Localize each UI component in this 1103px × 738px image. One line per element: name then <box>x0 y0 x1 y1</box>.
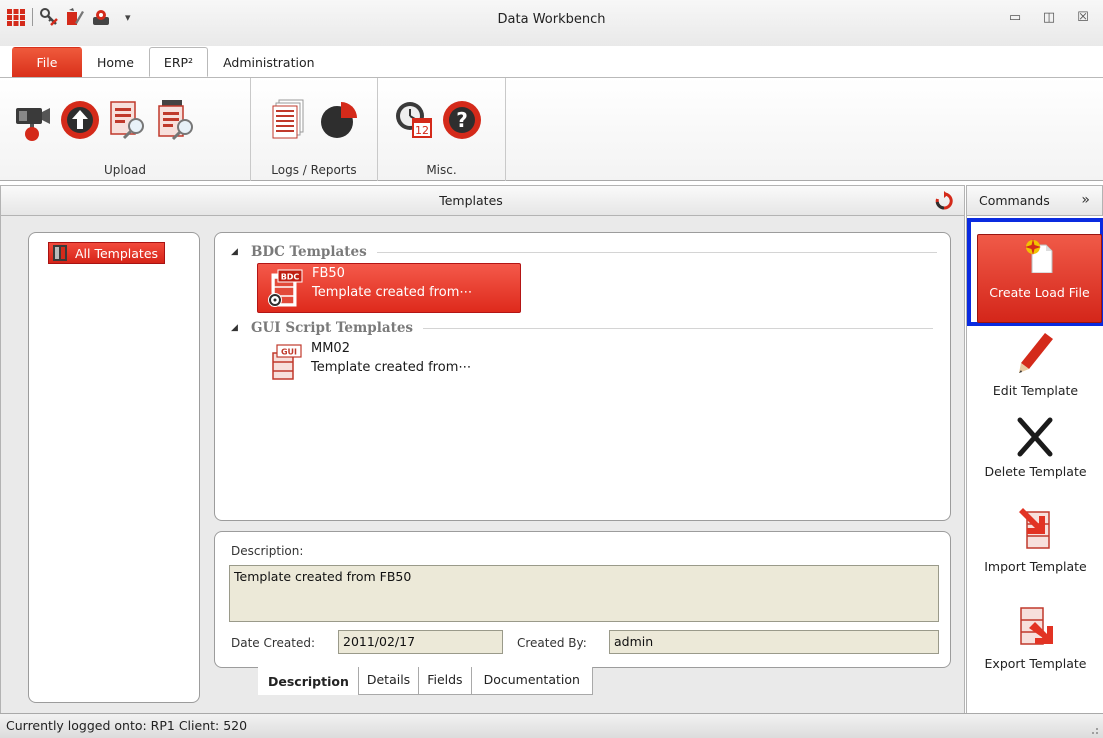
record-button[interactable] <box>10 98 54 142</box>
main-area: All Templates ◢ BDC Templates BDC FB50 T… <box>0 216 965 713</box>
group-divider <box>423 327 934 329</box>
templates-header: Templates <box>0 185 965 216</box>
folder-book-icon <box>53 245 67 261</box>
group-header-gui-script[interactable]: ◢ GUI Script Templates <box>231 318 934 338</box>
video-camera-icon <box>16 108 50 141</box>
group-header-bdc[interactable]: ◢ BDC Templates <box>231 242 937 262</box>
refresh-icon[interactable] <box>934 191 954 211</box>
new-file-icon <box>1024 239 1056 274</box>
status-bar: Currently logged onto: RP1 Client: 520 <box>0 713 1103 738</box>
collapse-triangle-icon: ◢ <box>231 247 238 257</box>
delete-x-icon <box>1015 416 1055 460</box>
window-controls: ▭ ◫ ☒ <box>1005 8 1093 28</box>
item-description: Template created from⋯ <box>312 285 473 300</box>
ribbon-group-label: Logs / Reports <box>271 163 357 177</box>
item-name: FB50 <box>312 266 345 281</box>
list-item-fb50[interactable]: BDC FB50 Template created from⋯ <box>257 263 521 313</box>
minimize-button[interactable]: ▭ <box>1005 8 1025 28</box>
ribbon-group-misc: 12 ? Misc. <box>378 78 506 181</box>
tab-description[interactable]: Description <box>258 667 359 695</box>
window-title: Data Workbench <box>497 12 606 27</box>
delete-template-label: Delete Template <box>984 464 1087 479</box>
export-template-label: Export Template <box>984 656 1087 671</box>
tab-administration[interactable]: Administration <box>208 47 329 77</box>
logs-button[interactable] <box>267 98 311 142</box>
commands-panel: Create Load File Edit Template Delete Te… <box>966 216 1103 713</box>
edit-template-button[interactable]: Edit Template <box>967 331 1103 401</box>
collapse-triangle-icon: ◢ <box>231 323 238 333</box>
title-bar: ▾ Data Workbench ▭ ◫ ☒ <box>0 0 1103 46</box>
script-search-icon <box>158 100 193 141</box>
template-tree: All Templates <box>28 232 200 703</box>
scheduler-button[interactable]: 12 <box>392 98 436 142</box>
commands-title: Commands <box>979 193 1050 208</box>
selection-highlight-frame: Create Load File <box>967 218 1103 326</box>
tab-file[interactable]: File <box>12 47 82 77</box>
create-load-file-button[interactable]: Create Load File <box>977 234 1102 323</box>
export-template-button[interactable]: Export Template <box>967 606 1103 690</box>
calendar-clock-icon: 12 <box>396 102 432 138</box>
help-question-icon: ? <box>443 101 481 139</box>
collapse-chevron-icon[interactable]: » <box>1081 192 1090 208</box>
svg-text:?: ? <box>456 108 468 132</box>
group-title: GUI Script Templates <box>251 320 414 336</box>
group-title: BDC Templates <box>251 244 367 260</box>
log-pages-icon <box>272 99 304 139</box>
tab-erp2[interactable]: ERP² <box>148 47 209 77</box>
edit-template-label: Edit Template <box>992 383 1079 398</box>
resize-grip-icon[interactable] <box>1087 723 1099 735</box>
ribbon-group-label: Misc. <box>426 163 457 177</box>
group-divider <box>376 251 937 253</box>
help-button[interactable]: ? <box>440 98 484 142</box>
maximize-button[interactable]: ◫ <box>1039 8 1059 28</box>
reports-button[interactable] <box>317 98 361 142</box>
tab-details[interactable]: Details <box>357 667 420 695</box>
item-name: MM02 <box>311 341 350 356</box>
view-document-button[interactable] <box>106 98 150 142</box>
date-created-label: Date Created: <box>231 636 316 650</box>
delete-template-button[interactable]: Delete Template <box>967 416 1103 496</box>
item-description: Template created from⋯ <box>311 360 472 375</box>
export-icon <box>1015 606 1055 650</box>
svg-text:BDC: BDC <box>281 273 300 282</box>
pencil-icon <box>1015 331 1055 375</box>
status-text: Currently logged onto: RP1 Client: 520 <box>6 718 248 733</box>
template-list: ◢ BDC Templates BDC FB50 Template create… <box>214 232 951 521</box>
description-field[interactable]: Template created from FB50 <box>229 565 939 622</box>
create-load-file-label: Create Load File <box>989 285 1090 300</box>
created-by-field[interactable]: admin <box>609 630 939 654</box>
ribbon-body: Upload Logs / Reports 12 ? Misc. <box>0 77 1103 181</box>
tree-item-label: All Templates <box>75 245 159 261</box>
tab-fields[interactable]: Fields <box>418 667 472 695</box>
bdc-template-icon: BDC <box>266 268 306 308</box>
templates-title: Templates <box>439 193 503 208</box>
tree-item-all-templates[interactable]: All Templates <box>48 242 166 264</box>
upload-arrow-icon <box>61 101 99 139</box>
close-button[interactable]: ☒ <box>1073 8 1093 28</box>
view-script-button[interactable] <box>154 98 198 142</box>
date-created-field[interactable]: 2011/02/17 <box>338 630 503 654</box>
tab-home[interactable]: Home <box>82 47 149 77</box>
import-icon <box>1015 508 1055 552</box>
ribbon-group-upload: Upload <box>0 78 251 181</box>
description-label: Description: <box>231 544 304 558</box>
ribbon-tabs: File Home ERP² Administration <box>12 47 330 77</box>
pie-chart-icon <box>321 102 357 138</box>
ribbon-group-logs-reports: Logs / Reports <box>251 78 378 181</box>
created-by-label: Created By: <box>517 636 587 650</box>
import-template-button[interactable]: Import Template <box>967 508 1103 592</box>
tab-documentation[interactable]: Documentation <box>470 667 593 695</box>
svg-text:12: 12 <box>415 124 429 137</box>
detail-tabs: Description Details Fields Documentation <box>258 667 593 695</box>
upload-button[interactable] <box>58 98 102 142</box>
import-template-label: Import Template <box>984 559 1087 574</box>
details-panel: Description: Template created from FB50 … <box>214 531 951 668</box>
ribbon-group-label: Upload <box>103 163 147 177</box>
list-item-mm02[interactable]: GUI MM02 Template created from⋯ <box>257 339 521 389</box>
document-search-icon <box>110 101 144 140</box>
svg-text:GUI: GUI <box>281 348 297 357</box>
gui-template-icon: GUI <box>265 343 305 383</box>
commands-header: Commands » <box>966 185 1103 216</box>
